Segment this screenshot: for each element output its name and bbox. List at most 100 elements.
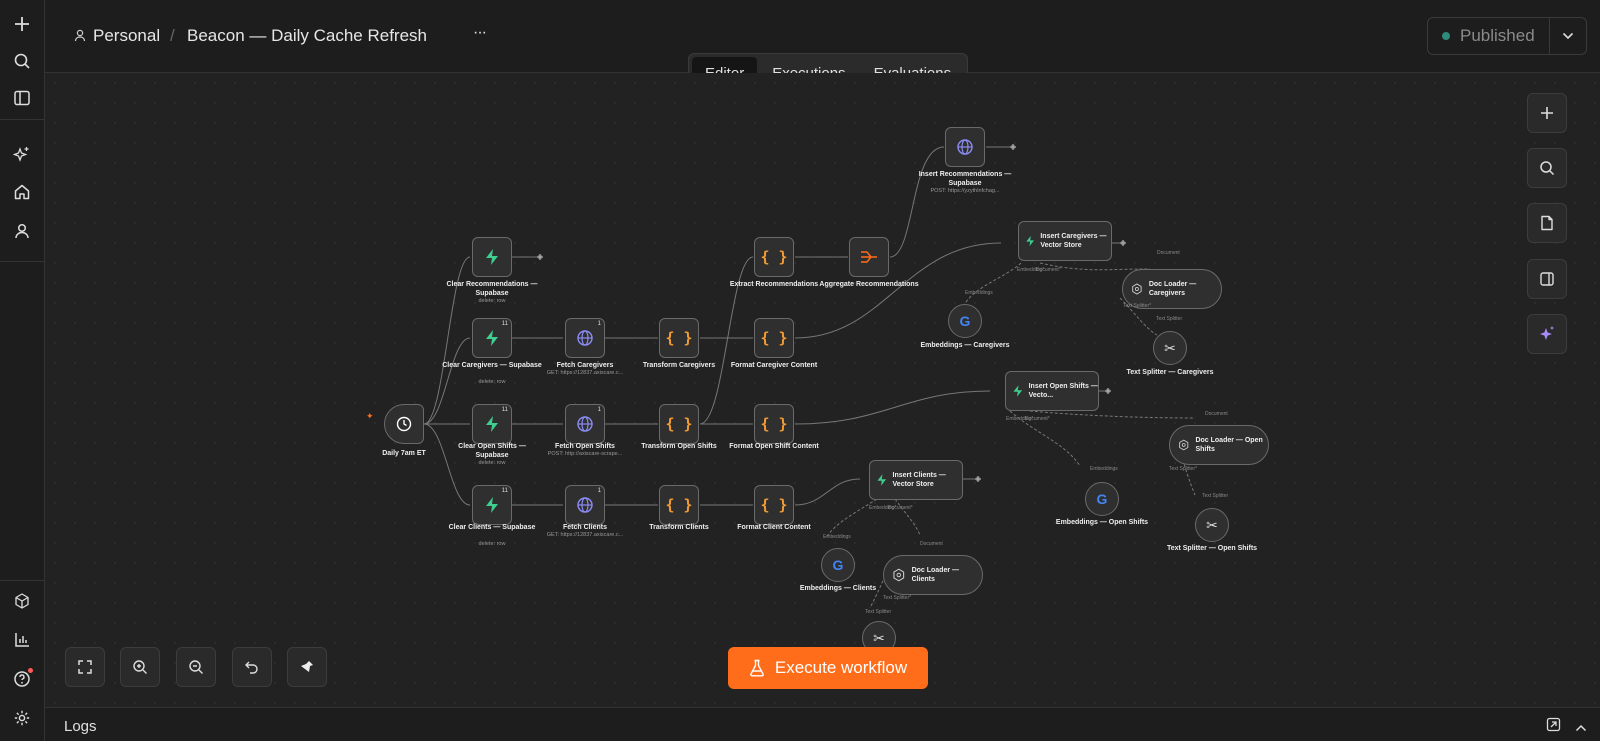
- logs-panel[interactable]: Logs: [45, 707, 1600, 741]
- scissors-icon: ✂: [873, 629, 885, 646]
- home-icon[interactable]: [8, 178, 36, 206]
- fit-view-button[interactable]: [65, 647, 105, 687]
- node-subtitle: GET: https://12837.axiscare.c...: [546, 370, 624, 376]
- embeddings-node[interactable]: G: [821, 548, 855, 582]
- node-label: Fetch Open Shifts: [555, 443, 615, 450]
- port-label: Text Splitter: [1156, 316, 1183, 322]
- panel-toggle-icon[interactable]: [8, 84, 36, 112]
- globe-icon: [577, 497, 593, 513]
- sparkles-icon[interactable]: [8, 140, 36, 168]
- port-label: Text Splitter: [1202, 493, 1229, 499]
- ai-assistant-button[interactable]: [1527, 314, 1567, 354]
- supabase-icon: [486, 249, 498, 265]
- add-node-button[interactable]: [1527, 93, 1567, 133]
- port-label: Document: [1205, 411, 1228, 417]
- schedule-trigger-node[interactable]: [384, 404, 424, 444]
- google-icon: G: [959, 313, 971, 329]
- node-subtitle: POST: http://axiscare-scrape...: [547, 451, 623, 457]
- supabase-node[interactable]: 11: [472, 318, 512, 358]
- status-label: Published: [1460, 26, 1535, 45]
- chevron-up-icon[interactable]: [1575, 719, 1587, 737]
- help-icon[interactable]: [8, 665, 36, 693]
- undo-icon: [245, 661, 258, 674]
- vector-store-node[interactable]: Insert Caregivers — Vector Store: [1018, 221, 1112, 261]
- node-label: Insert Open Shifts — Vecto...: [1028, 383, 1098, 399]
- breadcrumb-workspace[interactable]: Personal: [93, 26, 160, 46]
- node-subtitle: POST: https://yzythlnfchag...: [930, 188, 1000, 194]
- sidebar-divider: [0, 261, 45, 262]
- supabase-node[interactable]: [472, 237, 512, 277]
- supabase-icon: [1013, 385, 1023, 397]
- zoom-in-button[interactable]: [120, 647, 160, 687]
- toggle-panel-button[interactable]: [1527, 259, 1567, 299]
- pop-out-icon[interactable]: [1546, 717, 1561, 737]
- code-node[interactable]: { }: [754, 485, 794, 525]
- http-request-node[interactable]: 1: [565, 404, 605, 444]
- port-label: Text Splitter: [865, 609, 892, 615]
- clock-icon: [396, 416, 412, 432]
- node-subtitle: GET: https://12837.axiscare.c...: [546, 532, 624, 538]
- embeddings-node[interactable]: G: [1085, 482, 1119, 516]
- port-label: Document*: [888, 505, 913, 511]
- search-icon: [1540, 161, 1555, 176]
- publish-status[interactable]: Published: [1428, 18, 1549, 54]
- embeddings-node[interactable]: G: [948, 304, 982, 338]
- broom-icon: [301, 661, 313, 672]
- workflow-canvas[interactable]: ✦ Daily 7am ET Clear Recommendations — S…: [45, 73, 1600, 707]
- doc-loader-node[interactable]: Doc Loader — Open Shifts: [1169, 425, 1269, 465]
- workflow-title[interactable]: Beacon — Daily Cache Refresh: [187, 26, 427, 46]
- globe-icon: [577, 330, 593, 346]
- more-options-button[interactable]: ···: [473, 24, 487, 42]
- search-nodes-button[interactable]: [1527, 148, 1567, 188]
- user-icon[interactable]: [8, 217, 36, 245]
- hexagon-icon: [893, 568, 905, 582]
- code-node[interactable]: { }: [754, 318, 794, 358]
- search-icon[interactable]: [8, 47, 36, 75]
- http-request-node[interactable]: [945, 127, 985, 167]
- globe-icon: [577, 416, 593, 432]
- supabase-icon: [486, 330, 498, 346]
- supabase-icon: [486, 416, 498, 432]
- execute-workflow-button[interactable]: Execute workflow: [728, 647, 928, 689]
- create-plus-icon[interactable]: [8, 10, 36, 38]
- aggregate-node[interactable]: [849, 237, 889, 277]
- doc-loader-node[interactable]: Doc Loader — Clients: [883, 555, 983, 595]
- code-braces-icon: { }: [665, 415, 693, 433]
- clear-execution-button[interactable]: [287, 647, 327, 687]
- vector-store-node[interactable]: Insert Clients — Vector Store: [869, 460, 963, 500]
- settings-gear-icon[interactable]: [8, 704, 36, 732]
- port-label: Text Splitter*: [1169, 466, 1198, 472]
- supabase-node[interactable]: 11: [472, 485, 512, 525]
- cube-icon[interactable]: [8, 587, 36, 615]
- trigger-lightning-icon: ✦: [366, 411, 374, 421]
- run-count-badge: 1: [597, 321, 601, 327]
- node-label: Insert Clients — Vector Store: [892, 472, 946, 488]
- undo-button[interactable]: [232, 647, 272, 687]
- sidebar-divider: [0, 119, 45, 120]
- text-splitter-node[interactable]: ✂: [1153, 331, 1187, 365]
- http-request-node[interactable]: 1: [565, 318, 605, 358]
- port-label: Document*: [1025, 416, 1050, 422]
- zoom-out-icon: [189, 660, 203, 674]
- zoom-out-button[interactable]: [176, 647, 216, 687]
- node-label: Text Splitter — Caregivers: [1126, 369, 1214, 376]
- node-label: Aggregate Recommendations: [819, 281, 919, 288]
- code-node[interactable]: { }: [659, 318, 699, 358]
- vector-store-node[interactable]: Insert Open Shifts — Vecto...: [1005, 371, 1099, 411]
- supabase-node[interactable]: 11: [472, 404, 512, 444]
- code-node[interactable]: { }: [659, 485, 699, 525]
- chevron-down-icon[interactable]: [1549, 18, 1586, 54]
- node-label: Doc Loader — Caregivers: [1148, 281, 1197, 297]
- publish-status-button[interactable]: Published: [1427, 17, 1587, 55]
- insights-chart-icon[interactable]: [8, 626, 36, 654]
- code-node[interactable]: { }: [754, 237, 794, 277]
- code-braces-icon: { }: [760, 329, 788, 347]
- http-request-node[interactable]: 1: [565, 485, 605, 525]
- sticky-note-button[interactable]: [1527, 203, 1567, 243]
- code-node[interactable]: { }: [754, 404, 794, 444]
- fullscreen-icon: [78, 660, 92, 674]
- run-count-badge: 1: [597, 407, 601, 413]
- node-label: Doc Loader — Open Shifts: [1195, 437, 1263, 453]
- code-node[interactable]: { }: [659, 404, 699, 444]
- text-splitter-node[interactable]: ✂: [1195, 508, 1229, 542]
